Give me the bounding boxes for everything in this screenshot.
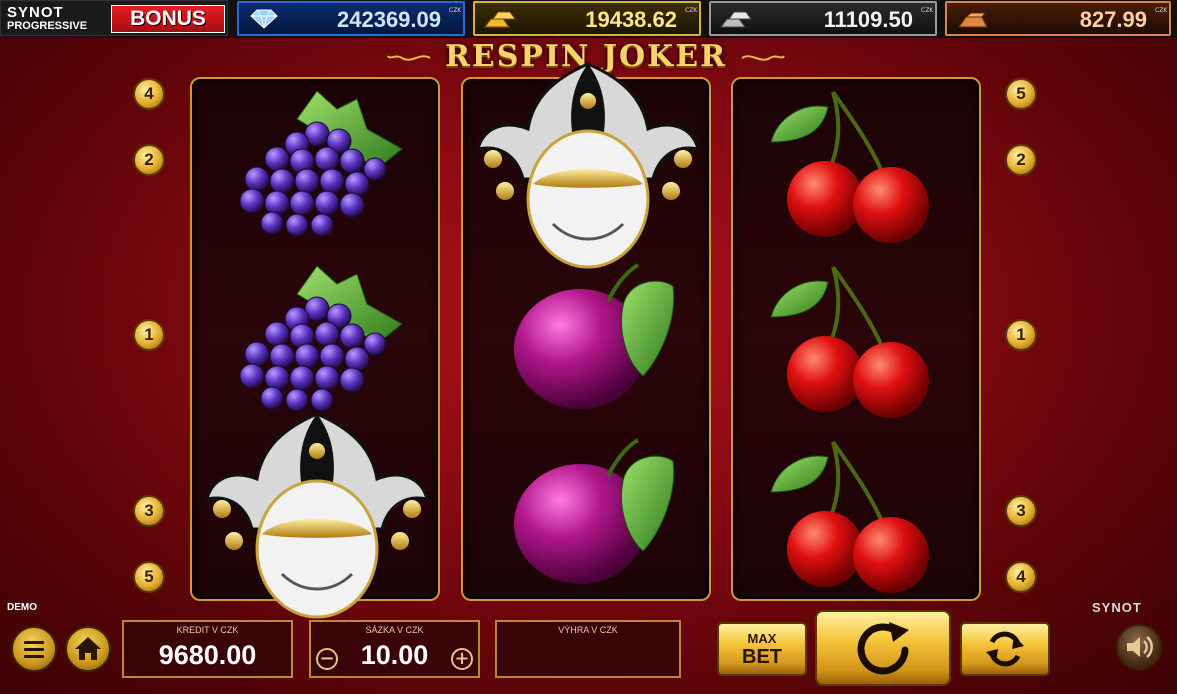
grapes-icon xyxy=(239,265,403,412)
diamond-icon xyxy=(250,9,278,29)
synot-wordmark: SYNOT xyxy=(7,4,64,21)
bet-display: SÁZKA V CZK 10.00 − + xyxy=(309,620,480,678)
menu-button[interactable] xyxy=(11,626,57,672)
payline-marker-left-1[interactable]: 1 xyxy=(133,319,165,351)
jackpot-silver-currency: CZK xyxy=(921,7,934,14)
jackpot-bronze-value: 827.99 xyxy=(1079,7,1147,32)
reel-1 xyxy=(190,77,440,619)
cherries-icon xyxy=(770,440,929,593)
credit-display: KREDIT V CZK 9680.00 xyxy=(122,620,293,678)
win-label: VÝHRA V CZK xyxy=(558,625,618,635)
cherries-icon xyxy=(770,265,929,418)
jackpot-diamond-currency: CZK xyxy=(449,7,462,14)
jackpot-diamond: 242369.09 CZK xyxy=(237,1,465,36)
credit-label: KREDIT V CZK xyxy=(176,625,239,635)
max-bet-label-1: MAX xyxy=(747,631,777,646)
hamburger-icon xyxy=(24,641,44,658)
jackpot-bronze-currency: CZK xyxy=(1155,7,1168,14)
payline-marker-right-1[interactable]: 1 xyxy=(1005,319,1037,351)
payline-marker-left-5[interactable]: 5 xyxy=(133,561,165,593)
progressive-label: PROGRESSIVE xyxy=(7,20,88,32)
spin-arrow-icon xyxy=(857,622,909,675)
grapes-icon xyxy=(239,90,403,237)
right-ornament-icon xyxy=(741,55,785,61)
jackpot-silver-value: 11109.50 xyxy=(823,7,913,32)
payline-marker-left-4[interactable]: 4 xyxy=(133,78,165,110)
gold-bars-icon xyxy=(484,11,516,28)
max-bet-button[interactable]: MAX BET xyxy=(717,622,807,676)
payline-marker-left-2[interactable]: 2 xyxy=(133,144,165,176)
synot-progressive-bonus-logo: SYNOT PROGRESSIVE BONUS xyxy=(0,0,228,36)
joker-mask-icon xyxy=(475,62,701,269)
bronze-bar-icon xyxy=(958,12,988,28)
home-icon xyxy=(75,637,101,660)
autoplay-button[interactable] xyxy=(960,622,1050,676)
cherries-icon xyxy=(770,90,929,243)
jackpot-gold-value: 19438.62 xyxy=(585,7,677,32)
jackpot-bar: SYNOT PROGRESSIVE BONUS 242369.09 CZK 19… xyxy=(0,0,1177,38)
silver-bars-icon xyxy=(720,11,752,28)
plum-icon xyxy=(514,438,675,584)
payline-marker-right-3[interactable]: 3 xyxy=(1005,495,1037,527)
jackpot-diamond-value: 242369.09 xyxy=(337,7,441,32)
max-bet-label-2: BET xyxy=(742,646,782,668)
home-button[interactable] xyxy=(65,626,111,672)
jackpot-bronze: 827.99 CZK xyxy=(945,1,1171,36)
sound-button[interactable] xyxy=(1116,624,1162,670)
win-display: VÝHRA V CZK xyxy=(495,620,681,678)
synot-watermark: SYNOT xyxy=(1092,600,1142,615)
bonus-label: BONUS xyxy=(111,5,225,33)
payline-marker-right-5[interactable]: 5 xyxy=(1005,78,1037,110)
credit-value: 9680.00 xyxy=(158,640,257,670)
bet-label: SÁZKA V CZK xyxy=(365,625,424,635)
demo-label: DEMO xyxy=(7,602,37,613)
bet-increase-button[interactable]: + xyxy=(451,648,473,670)
jackpot-gold: 19438.62 CZK xyxy=(473,1,701,36)
spin-button[interactable] xyxy=(815,610,951,686)
plum-icon xyxy=(514,263,675,409)
joker-mask-icon xyxy=(204,412,430,619)
payline-marker-right-2[interactable]: 2 xyxy=(1005,144,1037,176)
reel-3 xyxy=(731,77,981,601)
speaker-icon xyxy=(1127,636,1153,658)
left-ornament-icon xyxy=(387,55,431,61)
jackpot-silver: 11109.50 CZK xyxy=(709,1,937,36)
autoplay-icon xyxy=(986,631,1024,667)
payline-marker-right-4[interactable]: 4 xyxy=(1005,561,1037,593)
payline-marker-left-3[interactable]: 3 xyxy=(133,495,165,527)
bet-decrease-button[interactable]: − xyxy=(316,648,338,670)
jackpot-gold-currency: CZK xyxy=(685,7,698,14)
reel-2 xyxy=(461,62,711,601)
